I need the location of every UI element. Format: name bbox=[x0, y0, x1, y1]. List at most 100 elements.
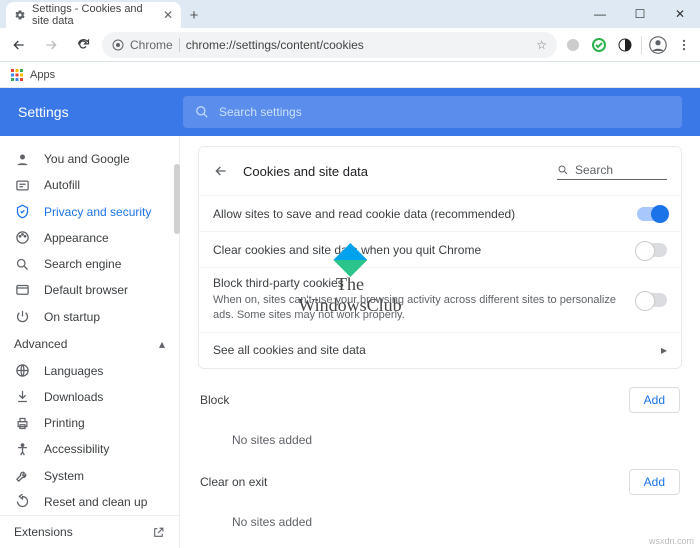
close-button[interactable]: ✕ bbox=[660, 0, 700, 28]
add-clear-exit-button[interactable]: Add bbox=[629, 469, 680, 495]
settings-card: Cookies and site data Search Allow sites… bbox=[198, 146, 682, 369]
sidebar-item-autofill[interactable]: Autofill bbox=[0, 172, 179, 198]
back-arrow-icon[interactable] bbox=[213, 163, 231, 179]
maximize-button[interactable]: ☐ bbox=[620, 0, 660, 28]
globe-icon bbox=[14, 363, 30, 379]
chevron-right-icon: ▸ bbox=[661, 343, 667, 357]
sidebar-item-reset[interactable]: Reset and clean up bbox=[0, 489, 179, 515]
row-block-3p[interactable]: Block third-party cookies When on, sites… bbox=[199, 267, 681, 332]
sidebar-item-system[interactable]: System bbox=[0, 462, 179, 488]
sidebar-item-appearance[interactable]: Appearance bbox=[0, 225, 179, 251]
search-icon bbox=[14, 256, 30, 272]
window-controls: ― ☐ ✕ bbox=[580, 0, 700, 28]
forward-button[interactable] bbox=[38, 32, 64, 58]
toggle-allow[interactable] bbox=[637, 207, 667, 221]
sidebar: You and Google Autofill Privacy and secu… bbox=[0, 136, 180, 548]
row-title: Block third-party cookies bbox=[213, 276, 637, 290]
sidebar-advanced-toggle[interactable]: Advanced ▴ bbox=[0, 330, 179, 358]
browser-icon bbox=[14, 282, 30, 298]
page-title: Cookies and site data bbox=[243, 164, 368, 179]
add-block-button[interactable]: Add bbox=[629, 387, 680, 413]
sidebar-item-default-browser[interactable]: Default browser bbox=[0, 277, 179, 303]
window-titlebar: Settings - Cookies and site data ✕ + ― ☐… bbox=[0, 0, 700, 28]
bookmarks-bar: Apps bbox=[0, 62, 700, 88]
ext-icon-3[interactable] bbox=[615, 35, 635, 55]
sidebar-label: Downloads bbox=[44, 390, 103, 404]
bookmark-star-icon[interactable]: ☆ bbox=[536, 38, 547, 52]
sidebar-item-accessibility[interactable]: Accessibility bbox=[0, 436, 179, 462]
settings-title: Settings bbox=[0, 104, 175, 120]
sidebar-label: Printing bbox=[44, 416, 85, 430]
reload-button[interactable] bbox=[70, 32, 96, 58]
person-icon bbox=[14, 151, 30, 167]
minimize-button[interactable]: ― bbox=[580, 0, 620, 28]
apps-icon[interactable] bbox=[10, 68, 24, 82]
apps-label[interactable]: Apps bbox=[30, 69, 55, 81]
url-text: chrome://settings/content/cookies bbox=[186, 38, 364, 52]
settings-header: Settings Search settings bbox=[0, 88, 700, 136]
power-icon bbox=[14, 309, 30, 325]
sidebar-label: Reset and clean up bbox=[44, 495, 147, 509]
printer-icon bbox=[14, 415, 30, 431]
sidebar-label: Autofill bbox=[44, 178, 80, 192]
sidebar-item-downloads[interactable]: Downloads bbox=[0, 384, 179, 410]
row-label: Clear cookies and site data when you qui… bbox=[213, 243, 637, 257]
sidebar-item-search-engine[interactable]: Search engine bbox=[0, 251, 179, 277]
search-icon bbox=[195, 105, 209, 119]
search-icon bbox=[557, 164, 569, 176]
reset-icon bbox=[14, 494, 30, 510]
main-layout: You and Google Autofill Privacy and secu… bbox=[0, 136, 700, 548]
settings-search[interactable]: Search settings bbox=[183, 96, 682, 128]
card-search[interactable]: Search bbox=[557, 163, 667, 180]
sidebar-label: Appearance bbox=[44, 231, 109, 245]
tab-title: Settings - Cookies and site data bbox=[32, 3, 157, 27]
address-bar[interactable]: Chrome chrome://settings/content/cookies… bbox=[102, 32, 557, 58]
sidebar-extensions[interactable]: Extensions bbox=[0, 515, 179, 548]
toggle-block-3p[interactable] bbox=[637, 293, 667, 307]
row-label: Allow sites to save and read cookie data… bbox=[213, 207, 637, 221]
extensions-label: Extensions bbox=[14, 525, 73, 539]
toggle-clear-quit[interactable] bbox=[637, 243, 667, 257]
sidebar-item-privacy[interactable]: Privacy and security bbox=[0, 198, 179, 224]
sidebar-item-languages[interactable]: Languages bbox=[0, 358, 179, 384]
url-scheme: Chrome bbox=[130, 38, 180, 52]
sidebar-label: Accessibility bbox=[44, 442, 109, 456]
footer-watermark: wsxdn.com bbox=[649, 536, 694, 546]
accessibility-icon bbox=[14, 441, 30, 457]
block-empty: No sites added bbox=[198, 417, 682, 451]
sidebar-item-you-and-google[interactable]: You and Google bbox=[0, 146, 179, 172]
profile-icon[interactable] bbox=[648, 35, 668, 55]
content-area: Cookies and site data Search Allow sites… bbox=[180, 136, 700, 548]
download-icon bbox=[14, 389, 30, 405]
sidebar-label: Privacy and security bbox=[44, 205, 151, 219]
sidebar-label: Default browser bbox=[44, 283, 128, 297]
sidebar-label: You and Google bbox=[44, 152, 130, 166]
sidebar-label: Search engine bbox=[44, 257, 121, 271]
menu-icon[interactable] bbox=[674, 35, 694, 55]
sidebar-label: System bbox=[44, 469, 84, 483]
row-text: Block third-party cookies When on, sites… bbox=[213, 276, 637, 324]
sidebar-item-on-startup[interactable]: On startup bbox=[0, 303, 179, 329]
close-tab-icon[interactable]: ✕ bbox=[163, 8, 173, 22]
back-button[interactable] bbox=[6, 32, 32, 58]
search-placeholder: Search settings bbox=[219, 105, 302, 119]
autofill-icon bbox=[14, 177, 30, 193]
sidebar-label: On startup bbox=[44, 310, 100, 324]
row-allow-cookies[interactable]: Allow sites to save and read cookie data… bbox=[199, 195, 681, 231]
browser-toolbar: Chrome chrome://settings/content/cookies… bbox=[0, 28, 700, 62]
ext-icon-1[interactable] bbox=[563, 35, 583, 55]
ext-icon-2[interactable] bbox=[589, 35, 609, 55]
shield-icon bbox=[14, 204, 30, 220]
divider bbox=[641, 36, 642, 54]
chrome-icon bbox=[112, 39, 124, 51]
row-see-all[interactable]: See all cookies and site data ▸ bbox=[199, 332, 681, 368]
new-tab-button[interactable]: + bbox=[181, 2, 207, 28]
palette-icon bbox=[14, 230, 30, 246]
card-header: Cookies and site data Search bbox=[199, 147, 681, 195]
row-clear-on-quit[interactable]: Clear cookies and site data when you qui… bbox=[199, 231, 681, 267]
section-block: Block Add No sites added bbox=[198, 383, 682, 451]
sidebar-item-printing[interactable]: Printing bbox=[0, 410, 179, 436]
chevron-up-icon: ▴ bbox=[159, 337, 165, 351]
browser-tab[interactable]: Settings - Cookies and site data ✕ bbox=[6, 2, 181, 28]
row-desc: When on, sites can't use your browsing a… bbox=[213, 293, 637, 324]
